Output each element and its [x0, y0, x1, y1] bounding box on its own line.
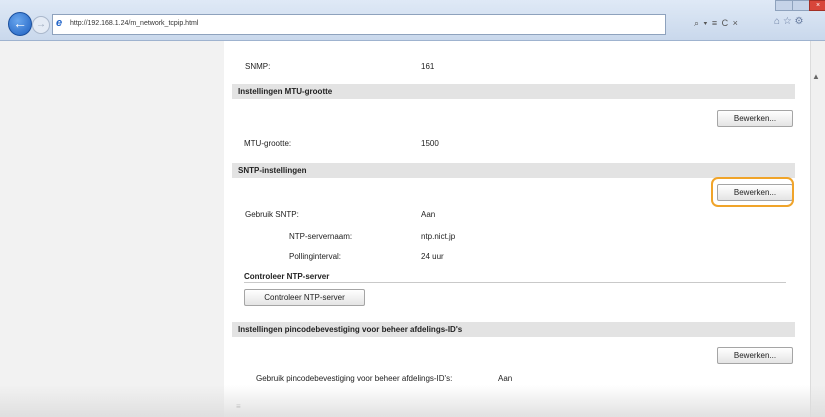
address-tools-icons[interactable]: ⌕ ▾ ≡ C ×	[694, 15, 739, 32]
forward-arrow-icon[interactable]: →	[32, 16, 50, 34]
pin-edit-button[interactable]: Bewerken...	[717, 347, 793, 364]
check-ntp-button[interactable]: Controleer NTP-server	[244, 289, 365, 306]
mtu-edit-button[interactable]: Bewerken...	[717, 110, 793, 127]
snmp-value: 161	[421, 62, 435, 71]
mtu-size-label: MTU-grootte:	[244, 139, 292, 148]
polling-interval-label: Pollinginterval:	[289, 252, 342, 261]
vertical-scrollbar[interactable]	[810, 41, 825, 417]
url-text[interactable]: http://192.168.1.24/m_network_tcpip.html	[70, 15, 198, 32]
divider	[244, 282, 786, 283]
pin-section-header: Instellingen pincodebevestiging voor beh…	[232, 322, 795, 337]
mtu-section-header: Instellingen MTU-grootte	[232, 84, 795, 99]
polling-interval-value: 24 uur	[421, 252, 444, 261]
home-favorites-settings-icons[interactable]: ⌂ ☆ ⚙	[774, 16, 804, 27]
snmp-label: SNMP:	[245, 62, 271, 71]
close-window-button[interactable]: ×	[809, 0, 825, 11]
mtu-size-value: 1500	[421, 139, 439, 148]
minimize-button[interactable]	[775, 0, 793, 11]
left-panel	[0, 41, 224, 417]
sntp-section-header: SNTP-instellingen	[232, 163, 795, 178]
ntp-server-label: NTP-servernaam:	[289, 232, 353, 241]
scroll-up-icon[interactable]: ▲	[812, 72, 820, 81]
use-sntp-label: Gebruik SNTP:	[245, 210, 299, 219]
pin-usage-value: Aan	[498, 374, 513, 383]
bottom-fade	[0, 385, 825, 417]
use-sntp-value: Aan	[421, 210, 436, 219]
maximize-button[interactable]	[792, 0, 810, 11]
ntp-server-value: ntp.nict.jp	[421, 232, 456, 241]
browser-logo-icon: e	[56, 17, 63, 29]
check-ntp-heading: Controleer NTP-server	[244, 272, 330, 281]
back-arrow-icon[interactable]: ←	[8, 12, 32, 36]
pin-usage-label: Gebruik pincodebevestiging voor beheer a…	[256, 374, 453, 383]
highlight-outline	[711, 177, 794, 207]
